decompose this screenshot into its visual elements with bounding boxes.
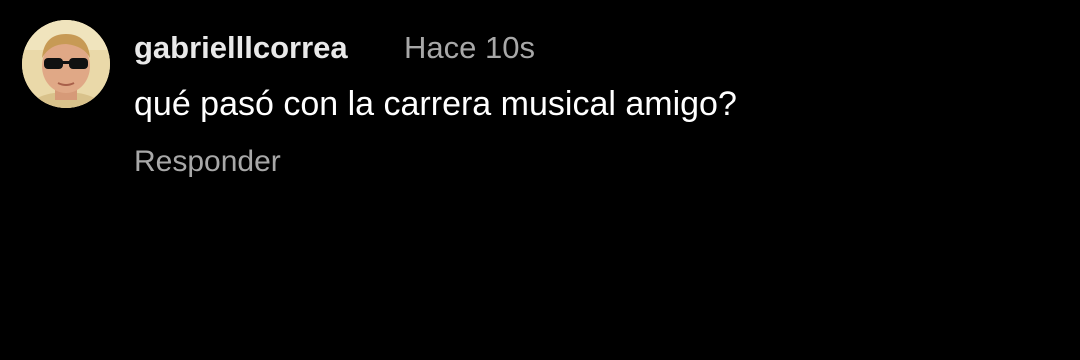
comment-item: gabrielllcorrea Hace 10s qué pasó con la… <box>22 20 1062 200</box>
reply-button[interactable]: Responder <box>134 144 281 180</box>
comment-timestamp: Hace 10s <box>404 30 535 65</box>
comment-text: qué pasó con la carrera musical amigo? <box>134 85 737 123</box>
user-avatar[interactable] <box>22 20 110 108</box>
comment-username[interactable]: gabrielllcorrea <box>134 30 348 66</box>
avatar-photo-icon <box>22 20 110 108</box>
